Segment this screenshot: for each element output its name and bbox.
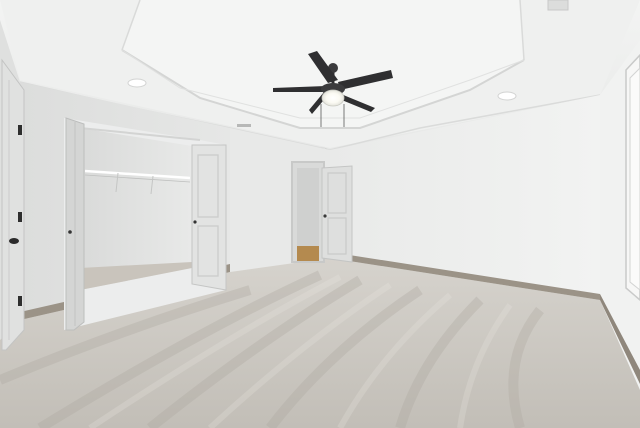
door-hinge bbox=[18, 212, 22, 222]
hallway-floor bbox=[297, 246, 319, 262]
door-handle[interactable] bbox=[68, 230, 72, 234]
door-hinge bbox=[18, 296, 22, 306]
door-hinge bbox=[18, 125, 22, 135]
recessed-light bbox=[497, 91, 517, 101]
bedroom-door[interactable] bbox=[321, 165, 353, 263]
door-handle[interactable] bbox=[193, 220, 197, 224]
closet-door-left[interactable] bbox=[65, 117, 85, 331]
door-handle[interactable] bbox=[9, 238, 19, 244]
room-illustration bbox=[0, 0, 640, 428]
air-vent bbox=[237, 124, 251, 127]
closet-door-right[interactable] bbox=[191, 144, 227, 291]
door-handle[interactable] bbox=[323, 214, 327, 218]
window bbox=[625, 53, 640, 301]
fan-light bbox=[321, 89, 345, 107]
entry-door[interactable] bbox=[1, 58, 25, 351]
bedroom-photo bbox=[0, 0, 640, 428]
hallway-opening bbox=[291, 161, 325, 263]
recessed-light bbox=[127, 78, 147, 88]
smoke-detector bbox=[547, 0, 569, 11]
